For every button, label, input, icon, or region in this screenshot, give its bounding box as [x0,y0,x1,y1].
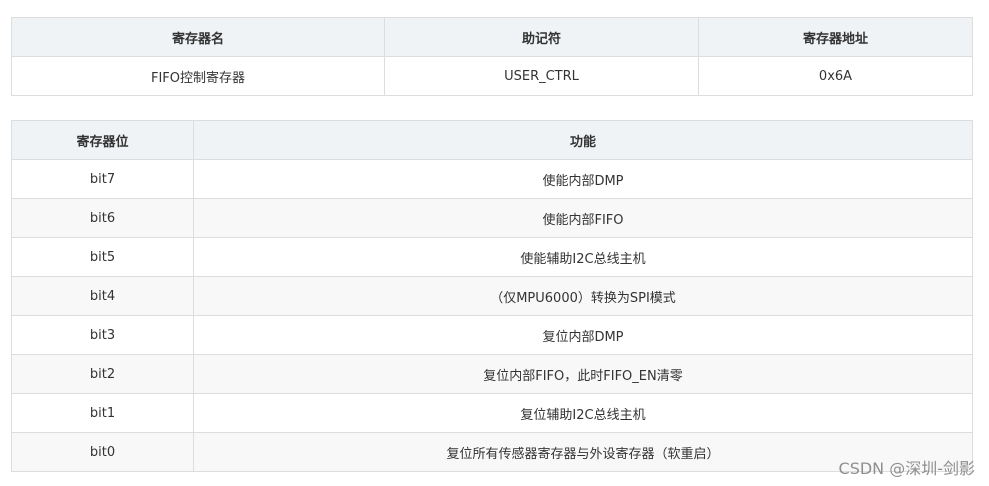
header-mnemonic: 助记符 [384,17,699,57]
table-row: bit4 （仅MPU6000）转换为SPI模式 [11,276,973,316]
table-header-row: 寄存器位 功能 [11,120,973,160]
table-row: bit7 使能内部DMP [11,159,973,199]
cell-register-address: 0x6A [698,56,973,96]
cell-bit: bit0 [11,432,194,472]
table-row: bit6 使能内部FIFO [11,198,973,238]
cell-function: 复位内部DMP [193,315,973,355]
table-row: FIFO控制寄存器 USER_CTRL 0x6A [11,56,973,96]
cell-bit: bit2 [11,354,194,394]
cell-function: 复位内部FIFO，此时FIFO_EN清零 [193,354,973,394]
header-register-name: 寄存器名 [11,17,385,57]
cell-function: 复位辅助I2C总线主机 [193,393,973,433]
table-row: bit5 使能辅助I2C总线主机 [11,237,973,277]
cell-bit: bit6 [11,198,194,238]
register-info-table: 寄存器名 助记符 寄存器地址 FIFO控制寄存器 USER_CTRL 0x6A [11,17,973,96]
register-bits-table: 寄存器位 功能 bit7 使能内部DMP bit6 使能内部FIFO bit5 … [11,120,973,472]
header-function: 功能 [193,120,973,160]
watermark: CSDN @深圳-剑影 [838,459,975,478]
table-row: bit3 复位内部DMP [11,315,973,355]
table-row: bit1 复位辅助I2C总线主机 [11,393,973,433]
header-register-bit: 寄存器位 [11,120,194,160]
cell-register-name: FIFO控制寄存器 [11,56,385,96]
cell-bit: bit5 [11,237,194,277]
header-register-address: 寄存器地址 [698,17,973,57]
cell-function: （仅MPU6000）转换为SPI模式 [193,276,973,316]
cell-bit: bit1 [11,393,194,433]
cell-mnemonic: USER_CTRL [384,56,699,96]
cell-bit: bit7 [11,159,194,199]
cell-function: 使能辅助I2C总线主机 [193,237,973,277]
cell-function: 使能内部FIFO [193,198,973,238]
cell-function: 使能内部DMP [193,159,973,199]
table-row: bit2 复位内部FIFO，此时FIFO_EN清零 [11,354,973,394]
cell-bit: bit4 [11,276,194,316]
cell-bit: bit3 [11,315,194,355]
table-header-row: 寄存器名 助记符 寄存器地址 [11,17,973,57]
table-row: bit0 复位所有传感器寄存器与外设寄存器（软重启） [11,432,973,472]
